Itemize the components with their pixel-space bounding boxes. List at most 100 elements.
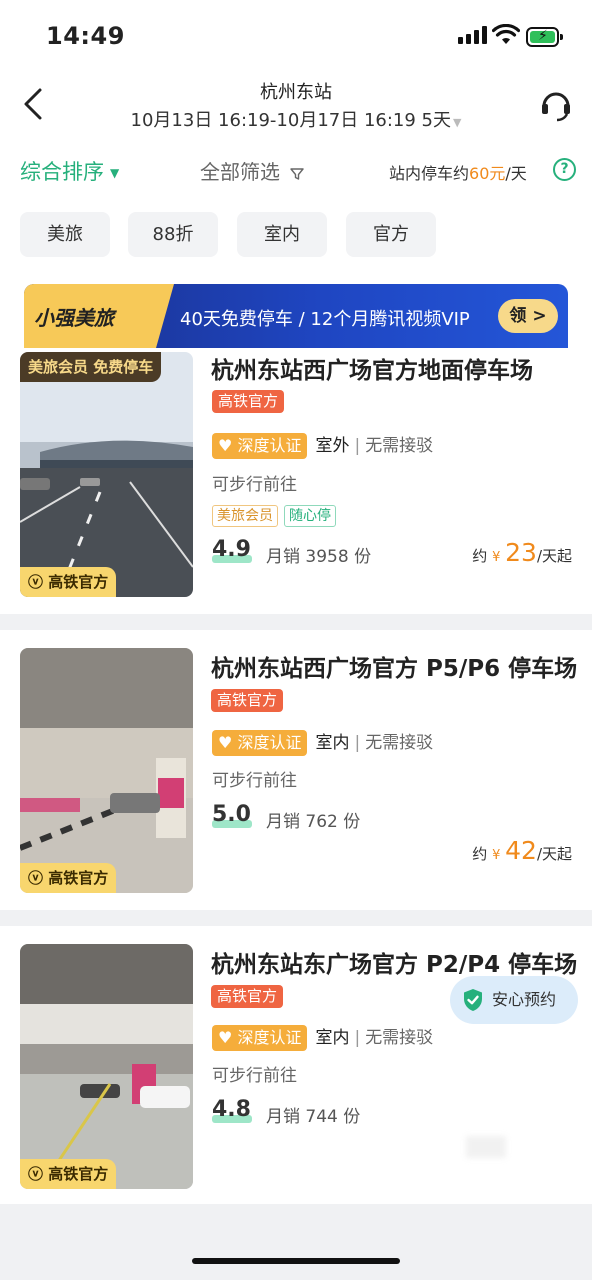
parking-photo: ⓥ 高铁官方 [20,648,193,893]
safe-booking-button[interactable]: 安心预约 [450,976,578,1024]
nav-header: 杭州东站 10月13日 16:19-10月17日 16:19 5天 ▼ [0,70,592,142]
chip-indoor[interactable]: 室内 [237,212,327,257]
shuttle-info: 无需接驳 [365,733,434,753]
rating: 4.9 [212,537,256,567]
price-value: 23 [505,538,537,567]
battery-icon: ⚡ [526,27,563,47]
price-prefix: 约 [472,845,488,863]
shuttle-info: 无需接驳 [365,436,434,456]
official-tag-text: 高铁官方 [48,1165,109,1183]
official-tag: ⓥ 高铁官方 [20,1159,117,1189]
help-icon[interactable]: ? [553,158,576,181]
parking-card[interactable]: ⓥ 高铁官方 杭州东站西广场官方 P5/P6 停车场 高铁官方 ♥ 深度认证 室内… [0,630,592,910]
station-price-suffix: /天 [505,164,527,183]
official-tag: ⓥ 高铁官方 [20,863,117,893]
status-bar: 14:49 ⚡ [0,0,592,70]
price-loading-placeholder [466,1136,506,1158]
rating-value: 4.8 [212,1097,251,1122]
auth-line: ♥ 深度认证 室内 | 无需接驳 [212,1023,433,1051]
shield-check-icon [464,989,482,1011]
safe-booking-label: 安心预约 [492,990,557,1009]
rating: 5.0 [212,802,256,832]
caret-down-icon: ▼ [453,116,462,129]
official-badge: 高铁官方 [212,390,285,413]
price-suffix: /天起 [536,547,572,565]
official-tag: ⓥ 高铁官方 [20,567,117,597]
price: 约 ¥ 42/天起 [472,836,572,865]
price-value: 42 [505,836,537,865]
parking-name: 杭州东站西广场官方地面停车场 [211,358,533,384]
chip-88-discount[interactable]: 88折 [128,212,218,257]
station-parking-price: 站内停车约60元/天 [389,160,527,184]
price-prefix: 约 [472,547,488,565]
chip-meilv[interactable]: 美旅 [20,212,110,257]
auth-badge-text: 深度认证 [237,733,302,752]
wifi-icon [492,24,520,44]
parking-card[interactable]: ⓥ 高铁官方 杭州东站东广场官方 P2/P4 停车场 高铁官方 ♥ 深度认证 室内… [0,926,592,1204]
funnel-icon [290,167,305,180]
station-price-value: 60元 [469,164,506,183]
date-range-selector[interactable]: 10月13日 16:19-10月17日 16:19 5天 ▼ [0,106,592,132]
banner-area: 小强美旅 40天免费停车 / 12个月腾讯视频VIP 领 > [0,272,592,348]
rating: 4.8 [212,1097,256,1127]
home-indicator [192,1258,400,1264]
date-range-text: 10月13日 16:19-10月17日 16:19 5天 [130,110,451,131]
parking-card[interactable]: 美旅会员 免费停车 ⓥ 高铁官方 杭州东站西广场官方地面停车场 高铁官方 ♥ 深… [0,348,592,614]
quick-filter-chips: 美旅 88折 室内 官方 [0,202,592,272]
customer-service-icon[interactable] [536,84,576,124]
promo-banner[interactable]: 小强美旅 40天免费停车 / 12个月腾讯视频VIP 领 > [24,284,568,348]
station-price-prefix: 站内停车约 [389,164,470,183]
auth-badge: ♥ 深度认证 [212,1025,308,1051]
page-title: 杭州东站 [260,82,332,103]
sort-label: 综合排序 [20,160,104,184]
parking-name-text: 杭州东站东广场官方 P2/P4 停车场 [211,952,578,978]
price-suffix: /天起 [536,845,572,863]
chip-official[interactable]: 官方 [346,212,436,257]
location-type: 室内 [315,1028,350,1048]
parking-name-text: 杭州东站西广场官方 P5/P6 停车场 [211,656,578,682]
claim-button[interactable]: 领 > [498,299,558,333]
auth-line: ♥ 深度认证 室外 | 无需接驳 [212,431,433,459]
monthly-sales: 月销 762 份 [266,812,361,832]
all-filter-button[interactable]: 全部筛选 [200,156,305,185]
auth-badge-text: 深度认证 [237,1028,302,1047]
member-free-parking-tag: 美旅会员 免费停车 [20,352,162,382]
official-tag-text: 高铁官方 [48,869,109,887]
price-currency: ¥ [492,848,501,863]
tag-flexible: 随心停 [284,505,336,527]
status-time: 14:49 [46,22,125,50]
auth-badge: ♥ 深度认证 [212,730,308,756]
rating-value: 5.0 [212,802,251,827]
walk-info: 可步行前往 [212,1066,297,1086]
all-filter-label: 全部筛选 [200,160,280,184]
rating-value: 4.9 [212,537,251,562]
feature-tags: 美旅会员 随心停 [212,505,336,527]
auth-badge-text: 深度认证 [237,436,302,455]
auth-line: ♥ 深度认证 室内 | 无需接驳 [212,728,433,756]
sort-dropdown[interactable]: 综合排序 ▼ [20,156,119,186]
shuttle-info: 无需接驳 [365,1028,434,1048]
price: 约 ¥ 23/天起 [472,538,572,567]
triangle-down-icon: ▼ [110,166,120,180]
location-type: 室外 [315,436,350,456]
monthly-sales: 月销 744 份 [266,1107,361,1127]
location-type: 室内 [315,733,350,753]
monthly-sales: 月销 3958 份 [266,547,372,567]
filter-bar: 综合排序 ▼ 全部筛选 站内停车约60元/天 ? [0,142,592,202]
official-tag-text: 高铁官方 [48,573,109,591]
banner-text: 40天免费停车 / 12个月腾讯视频VIP [180,309,470,330]
price-currency: ¥ [492,550,501,565]
parking-name: 杭州东站西广场官方 P5/P6 停车场 高铁官方 [211,654,581,716]
outdoor-parking-image [20,352,193,597]
banner-logo: 小强美旅 [34,306,114,330]
parking-photo: 美旅会员 免费停车 ⓥ 高铁官方 [20,352,193,597]
indoor-parking-image [20,944,193,1189]
official-badge-text: 高铁官方 [212,390,285,413]
auth-badge: ♥ 深度认证 [212,433,308,459]
walk-info: 可步行前往 [212,771,297,791]
tag-member: 美旅会员 [212,505,278,527]
cellular-signal-icon [458,26,487,44]
official-badge: 高铁官方 [211,985,284,1008]
indoor-parking-image [20,648,193,893]
walk-info: 可步行前往 [212,475,297,495]
